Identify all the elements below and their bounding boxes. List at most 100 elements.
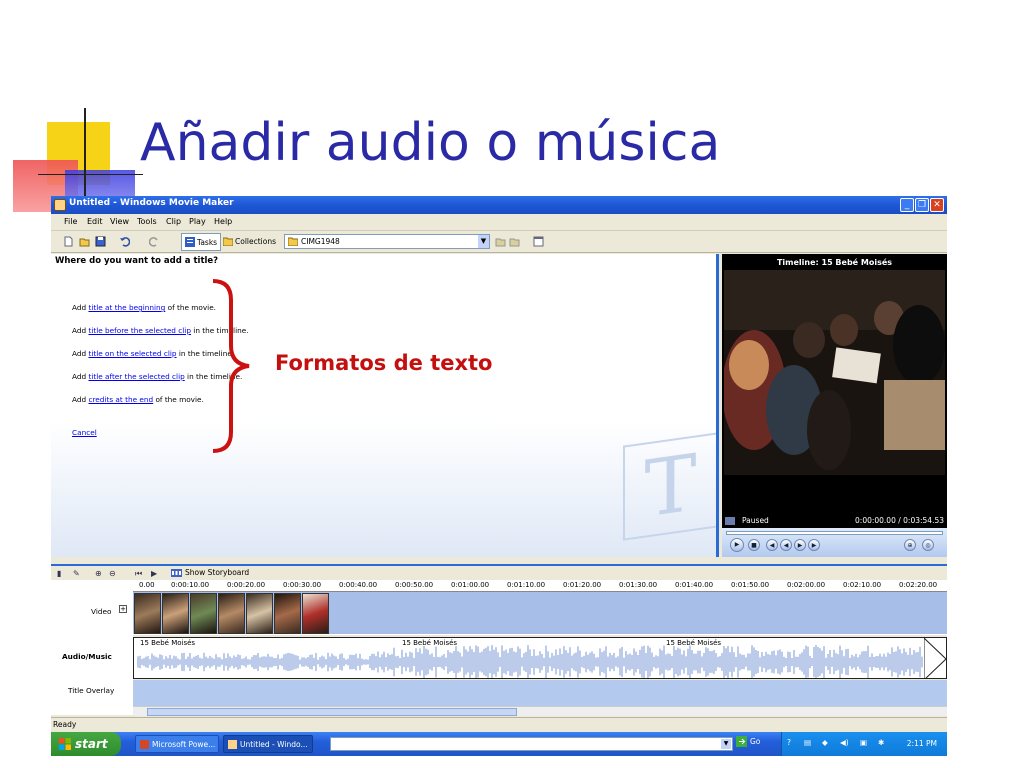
go-label: Go (750, 737, 761, 746)
next-frame-button[interactable]: ▶ (808, 539, 820, 551)
title-overlay-track-label: Title Overlay (68, 686, 115, 695)
ruler-tick: 0:02:00.00 (787, 581, 826, 589)
credits-at-end-link[interactable]: credits at the end (88, 395, 153, 404)
play-timeline-icon[interactable]: ▶ (151, 569, 157, 578)
title-overlay-track[interactable] (133, 680, 947, 706)
start-button[interactable]: start (51, 732, 121, 756)
help-tray-icon[interactable]: ? (787, 738, 791, 747)
video-clip-thumbnail[interactable] (274, 593, 301, 634)
menu-file[interactable]: File (64, 217, 77, 226)
decor-horizontal-line (38, 174, 143, 175)
timeline-scrollbar[interactable] (133, 706, 947, 716)
taskbar-item-powerpoint[interactable]: Microsoft Powe... (135, 735, 219, 753)
bluetooth-tray-icon[interactable]: ✱ (878, 738, 884, 747)
option-prefix: Add (72, 303, 89, 312)
window-titlebar[interactable]: Untitled - Windows Movie Maker _ ❐ ✕ (51, 196, 947, 214)
preview-title: Timeline: 15 Bebé Moisés (776, 258, 893, 267)
menu-play[interactable]: Play (189, 217, 206, 226)
video-clip-thumbnail[interactable] (246, 593, 273, 634)
set-audio-levels-icon[interactable]: ▮ (57, 569, 61, 578)
back-button[interactable]: ◀ (780, 539, 792, 551)
collections-button[interactable]: Collections (223, 237, 276, 246)
menu-help[interactable]: Help (214, 217, 232, 226)
video-clip-thumbnail[interactable] (190, 593, 217, 634)
folder-icon (223, 237, 233, 246)
volume-tray-icon[interactable]: ◀) (840, 738, 849, 747)
clock[interactable]: 2:11 PM (907, 739, 937, 748)
timeline-toolbar: ▮ ✎ ⊕ ⊖ ⏮ ▶ Show Storyboard (51, 564, 947, 580)
audio-clip-label: 15 Bebé Moisés (140, 639, 196, 647)
stop-button[interactable]: ■ (748, 539, 760, 551)
scrollbar-thumb[interactable] (147, 708, 517, 716)
video-clip-thumbnail[interactable] (218, 593, 245, 634)
ruler-tick: 0:01:40.00 (675, 581, 714, 589)
ruler-tick: 0:00:10.00 (171, 581, 210, 589)
taskbar-item-movie-maker[interactable]: Untitled - Windo... (223, 735, 313, 753)
video-track[interactable] (133, 592, 947, 635)
clip-end-arrow-icon (924, 638, 946, 678)
powerpoint-icon (140, 739, 149, 749)
rewind-timeline-icon[interactable]: ⏮ (135, 569, 142, 579)
audio-music-track[interactable]: 15 Bebé Moisés 15 Bebé Moisés 15 Bebé Mo… (133, 637, 947, 679)
address-dropdown-icon[interactable]: ▼ (721, 739, 731, 749)
split-clip-button[interactable]: ⊕ (904, 539, 916, 551)
title-before-clip-link[interactable]: title before the selected clip (88, 326, 191, 335)
close-button[interactable]: ✕ (930, 198, 944, 212)
video-clip-thumbnail[interactable] (302, 593, 329, 634)
expand-video-track-icon[interactable]: + (119, 605, 127, 613)
minimize-button[interactable]: _ (900, 198, 914, 212)
playback-time: 0:00:00.00 / 0:03:54.53 (855, 516, 944, 525)
cancel-link[interactable]: Cancel (72, 428, 97, 437)
undo-icon[interactable] (119, 236, 130, 247)
zoom-in-icon[interactable]: ⊕ (95, 569, 102, 578)
ruler-tick: 0:02:20.00 (899, 581, 938, 589)
printer-tray-icon[interactable]: ▣ (860, 738, 867, 747)
play-button[interactable]: ▶ (730, 538, 744, 552)
network-tray-icon[interactable]: ▤ (804, 738, 811, 747)
collection-select-value: CIMG1948 (301, 237, 340, 246)
security-tray-icon[interactable]: ◆ (822, 738, 828, 747)
windows-logo-icon (59, 738, 71, 750)
chevron-down-icon[interactable]: ▼ (478, 235, 489, 248)
previous-frame-button[interactable]: ◀ (766, 539, 778, 551)
video-clip-thumbnail[interactable] (134, 593, 161, 634)
maximize-button[interactable]: ❐ (915, 198, 929, 212)
new-project-icon[interactable] (63, 236, 74, 247)
monitor-icon (725, 517, 735, 525)
up-folder-icon[interactable] (495, 236, 506, 247)
open-project-icon[interactable] (79, 236, 90, 247)
forward-button[interactable]: ▶ (794, 539, 806, 551)
title-option: Add title at the beginning of the movie. (72, 303, 216, 312)
menu-view[interactable]: View (110, 217, 129, 226)
ruler-tick: 0:01:10.00 (507, 581, 546, 589)
video-clip-thumbnail[interactable] (162, 593, 189, 634)
playback-state: Paused (742, 516, 769, 525)
address-bar[interactable]: ▼ (330, 737, 733, 751)
title-after-clip-link[interactable]: title after the selected clip (88, 372, 184, 381)
menu-edit[interactable]: Edit (87, 217, 103, 226)
narrate-icon[interactable]: ✎ (73, 569, 80, 578)
preview-video-frame (724, 270, 945, 475)
save-project-icon[interactable] (95, 236, 106, 247)
menu-tools[interactable]: Tools (137, 217, 157, 226)
show-storyboard-button[interactable]: Show Storyboard (171, 568, 249, 577)
menu-clip[interactable]: Clip (166, 217, 181, 226)
seek-bar[interactable] (726, 531, 943, 535)
system-tray: ? ▤ ◆ ◀) ▣ ✱ 2:11 PM (781, 732, 947, 756)
movie-maker-window: Untitled - Windows Movie Maker _ ❐ ✕ Fil… (51, 196, 947, 756)
timeline-ruler[interactable]: 0.00 0:00:10.00 0:00:20.00 0:00:30.00 0:… (133, 580, 947, 592)
views-icon[interactable] (533, 236, 544, 247)
title-at-beginning-link[interactable]: title at the beginning (88, 303, 165, 312)
preview-status-bar: Paused 0:00:00.00 / 0:03:54.53 (722, 514, 947, 528)
go-button[interactable]: Go (736, 736, 760, 747)
tasks-button[interactable]: Tasks (181, 233, 222, 251)
zoom-out-icon[interactable]: ⊖ (109, 569, 116, 578)
new-folder-icon[interactable] (509, 236, 520, 247)
collection-select[interactable]: CIMG1948 ▼ (284, 234, 490, 249)
snapshot-button[interactable]: ◎ (922, 539, 934, 551)
main-toolbar: Tasks Collections CIMG1948 ▼ (51, 231, 947, 253)
ruler-tick: 0:01:30.00 (619, 581, 658, 589)
ruler-tick: 0.00 (139, 581, 155, 589)
title-on-clip-link[interactable]: title on the selected clip (88, 349, 176, 358)
redo-icon[interactable] (149, 236, 160, 247)
